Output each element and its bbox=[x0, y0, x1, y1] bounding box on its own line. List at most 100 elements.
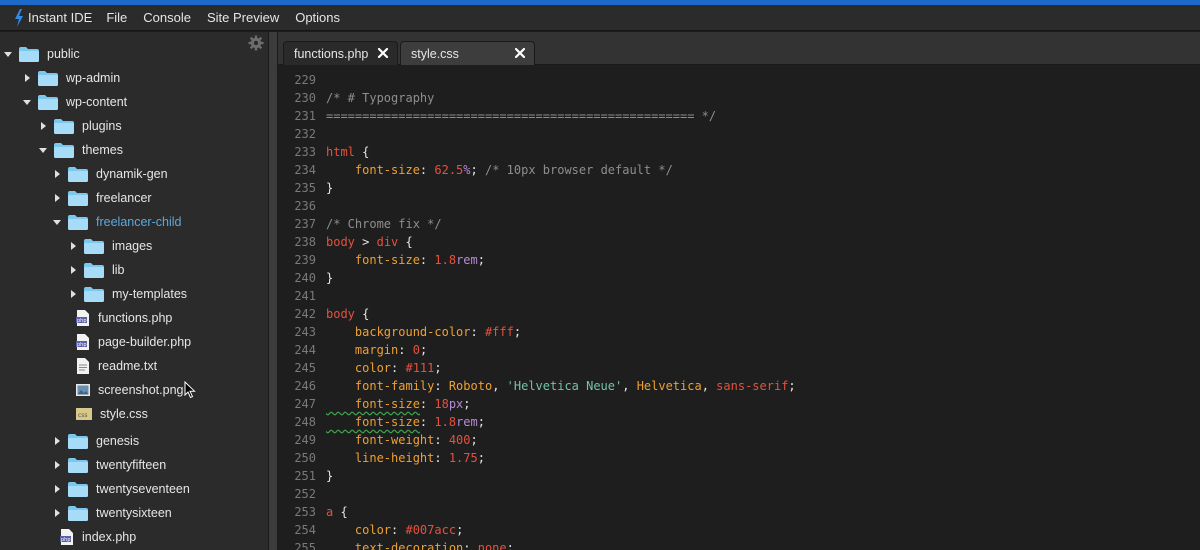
code-token: 18 bbox=[434, 397, 449, 411]
code-line: 240} bbox=[278, 269, 1200, 287]
caret-down-icon[interactable] bbox=[38, 146, 48, 154]
tree-item-label: genesis bbox=[96, 434, 140, 448]
tree-item-screenshot-png[interactable]: screenshot.png bbox=[76, 378, 183, 402]
css-file-icon: css bbox=[76, 408, 92, 420]
code-token: body bbox=[326, 235, 355, 249]
code-line: 238 body > div { bbox=[278, 233, 1200, 251]
code-line: 244 margin: 0; bbox=[278, 341, 1200, 359]
code-token: : bbox=[470, 325, 485, 339]
tree-item-public[interactable]: public bbox=[3, 42, 80, 66]
code-token: margin bbox=[326, 343, 399, 357]
tab-label: style.css bbox=[411, 46, 459, 61]
tree-item-twentyseventeen[interactable]: twentyseventeen bbox=[52, 477, 190, 501]
gear-icon[interactable] bbox=[248, 35, 264, 51]
code-token: : bbox=[419, 415, 435, 429]
tree-item-my-templates[interactable]: my-templates bbox=[68, 282, 187, 306]
menu-console[interactable]: Console bbox=[135, 5, 199, 31]
tree-item-twentyfifteen[interactable]: twentyfifteen bbox=[52, 453, 166, 477]
folder-icon bbox=[54, 142, 74, 158]
tree-item-dynamik-gen[interactable]: dynamik-gen bbox=[52, 162, 168, 186]
tree-item-label: my-templates bbox=[112, 287, 188, 301]
code-token: /* Chrome fix */ bbox=[326, 217, 442, 231]
line-number: 252 bbox=[294, 487, 316, 501]
line-number: 255 bbox=[294, 541, 316, 550]
caret-right-icon[interactable] bbox=[52, 437, 62, 445]
code-text: color: #007acc; bbox=[326, 521, 463, 539]
code-line: 237 /* Chrome fix */ bbox=[278, 215, 1200, 233]
tree-item-wp-content[interactable]: wp-content bbox=[22, 90, 127, 114]
tree-item-freelancer-child[interactable]: freelancer-child bbox=[52, 210, 181, 234]
code-line: 231 =====================================… bbox=[278, 107, 1200, 125]
line-number: 239 bbox=[294, 253, 316, 267]
code-editor[interactable]: 229 230 /* # Typography 231 ================… bbox=[278, 65, 1200, 550]
caret-right-icon[interactable] bbox=[52, 485, 62, 493]
tree-item-plugins[interactable]: plugins bbox=[38, 114, 122, 138]
tree-item-functions-php[interactable]: php functions.php bbox=[76, 306, 172, 330]
caret-down-icon[interactable] bbox=[22, 98, 32, 106]
tab-functions-php[interactable]: functions.php bbox=[283, 41, 398, 65]
mouse-pointer-icon bbox=[184, 381, 196, 399]
app-brand[interactable]: Instant IDE bbox=[0, 5, 98, 31]
tree-item-lib[interactable]: lib bbox=[68, 258, 125, 282]
code-token: Roboto bbox=[448, 379, 493, 393]
folder-icon bbox=[54, 118, 74, 134]
caret-right-icon[interactable] bbox=[68, 290, 78, 298]
tree-item-label: wp-content bbox=[66, 95, 128, 109]
code-token: : bbox=[434, 451, 449, 465]
menu-site-preview[interactable]: Site Preview bbox=[199, 5, 287, 31]
caret-right-icon[interactable] bbox=[52, 194, 62, 202]
tree-item-label: plugins bbox=[82, 119, 122, 133]
code-line: 246 font-family: Roboto, 'Helvetica Neue… bbox=[278, 377, 1200, 395]
code-token: #fff bbox=[484, 325, 514, 339]
caret-right-icon[interactable] bbox=[38, 122, 48, 130]
close-icon[interactable] bbox=[377, 47, 389, 59]
tree-item-wp-admin[interactable]: wp-admin bbox=[22, 66, 120, 90]
tree-item-readme-txt[interactable]: readme.txt bbox=[76, 354, 157, 378]
line-number: 246 bbox=[294, 379, 316, 393]
caret-right-icon[interactable] bbox=[22, 74, 32, 82]
sidebar-resize-handle[interactable] bbox=[268, 32, 278, 550]
caret-down-icon[interactable] bbox=[3, 50, 13, 58]
caret-right-icon[interactable] bbox=[52, 509, 62, 517]
tree-item-images[interactable]: images bbox=[68, 234, 152, 258]
code-token: /* 10px browser default */ bbox=[484, 163, 673, 177]
tree-item-freelancer[interactable]: freelancer bbox=[52, 186, 152, 210]
caret-right-icon[interactable] bbox=[52, 461, 62, 469]
tab-style-css[interactable]: style.css bbox=[400, 41, 535, 65]
caret-right-icon[interactable] bbox=[52, 170, 62, 178]
code-token: } bbox=[326, 271, 334, 285]
code-token: : bbox=[398, 343, 413, 357]
line-number: 232 bbox=[294, 127, 316, 141]
code-token: Helvetica bbox=[636, 379, 702, 393]
menu-options[interactable]: Options bbox=[287, 5, 348, 31]
code-token: rem bbox=[456, 253, 478, 267]
caret-right-icon[interactable] bbox=[68, 266, 78, 274]
menu-file[interactable]: File bbox=[98, 5, 135, 31]
tree-item-twentysixteen[interactable]: twentysixteen bbox=[52, 501, 172, 525]
line-number: 244 bbox=[294, 343, 316, 357]
line-number: 238 bbox=[294, 235, 316, 249]
tab-label: functions.php bbox=[294, 46, 369, 61]
tree-item-label: page-builder.php bbox=[98, 335, 192, 349]
code-token: 1.8 bbox=[434, 415, 457, 429]
tree-item-genesis[interactable]: genesis bbox=[52, 429, 139, 453]
tree-item-index-php[interactable]: php index.php bbox=[60, 525, 136, 549]
caret-right-icon[interactable] bbox=[68, 242, 78, 250]
tree-item-label: index.php bbox=[82, 530, 137, 544]
code-line: 247 font-size: 18px; bbox=[278, 395, 1200, 413]
code-token: : bbox=[434, 379, 449, 393]
close-icon[interactable] bbox=[514, 47, 526, 59]
code-token: : bbox=[419, 397, 435, 411]
folder-icon bbox=[68, 481, 88, 497]
code-line: 255 text-decoration: none; bbox=[278, 539, 1200, 550]
tree-item-themes[interactable]: themes bbox=[38, 138, 123, 162]
caret-down-icon[interactable] bbox=[52, 218, 62, 226]
folder-icon bbox=[68, 214, 88, 230]
code-token: sans-serif bbox=[716, 379, 789, 393]
tree-item-style-css[interactable]: css style.css bbox=[76, 402, 148, 426]
code-line: 251} bbox=[278, 467, 1200, 485]
code-token: #007acc bbox=[405, 523, 457, 537]
tree-item-page-builder-php[interactable]: php page-builder.php bbox=[76, 330, 191, 354]
code-token: } bbox=[326, 181, 334, 195]
line-number: 253 bbox=[294, 505, 316, 519]
